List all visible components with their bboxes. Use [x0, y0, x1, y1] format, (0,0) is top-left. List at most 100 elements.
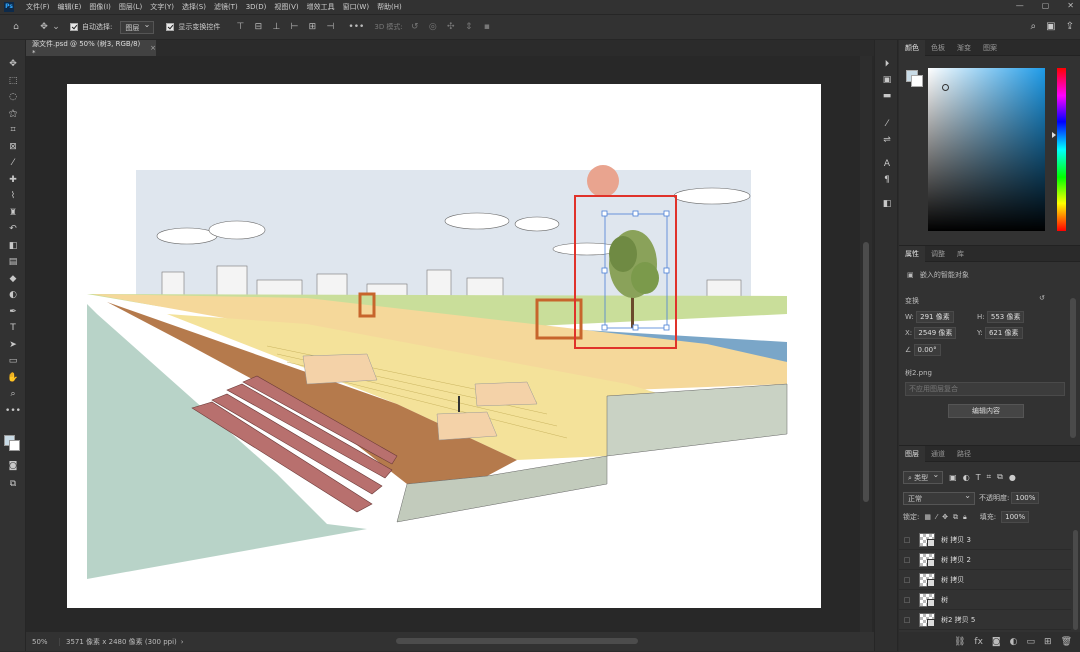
history-brush-tool-icon[interactable]: ↶ [0, 221, 26, 238]
blend-mode-dropdown[interactable]: 正常 [903, 491, 975, 505]
layer-row[interactable]: □ 树 拷贝 2 [899, 550, 1071, 570]
tab-channels[interactable]: 通道 [925, 446, 951, 462]
menu-plugins[interactable]: 增效工具 [303, 2, 339, 12]
lock-position-icon[interactable]: ✥ [942, 513, 948, 521]
align-right-icon[interactable]: ⊣ [324, 21, 336, 33]
close-tab-icon[interactable]: × [150, 44, 156, 52]
comments-panel-icon[interactable]: ▬ [875, 88, 899, 104]
screen-mode-icon[interactable]: ⧉ [0, 476, 26, 493]
align-left-icon[interactable]: ⊢ [288, 21, 300, 33]
tab-paths[interactable]: 路径 [951, 446, 977, 462]
lock-all-icon[interactable]: 🔒︎ [963, 513, 967, 522]
tab-color[interactable]: 颜色 [899, 39, 925, 56]
menu-3d[interactable]: 3D(D) [242, 3, 271, 11]
pan-3d-icon[interactable]: ✣ [445, 21, 457, 33]
menu-image[interactable]: 图像(I) [85, 2, 115, 12]
layers-scrollbar[interactable] [1073, 530, 1078, 630]
clone-stamp-tool-icon[interactable]: ♜ [0, 205, 26, 222]
auto-select-checkbox[interactable] [70, 23, 78, 31]
crop-tool-icon[interactable]: ⌗ [0, 122, 26, 139]
properties-scrollbar[interactable] [1070, 298, 1076, 438]
filter-adjustment-icon[interactable]: ◐ [963, 473, 970, 482]
edit-contents-button[interactable]: 编辑内容 [948, 404, 1024, 418]
tab-layers[interactable]: 图层 [899, 445, 925, 462]
layer-row[interactable]: □ 树 拷贝 3 [899, 530, 1071, 550]
show-transform-option[interactable]: 显示变换控件 [166, 22, 220, 32]
fx-icon[interactable]: fx [974, 637, 983, 647]
layer-row[interactable]: □ 树2 拷贝 5 [899, 610, 1071, 630]
frame-tool-icon[interactable]: ⊠ [0, 139, 26, 156]
align-hcenter-icon[interactable]: ⊞ [306, 21, 318, 33]
auto-select-dropdown[interactable]: 图层 [120, 20, 155, 34]
pen-tool-icon[interactable]: ✒ [0, 304, 26, 321]
align-top-icon[interactable]: ⊤ [234, 21, 246, 33]
vertical-scrollbar[interactable] [860, 56, 872, 632]
menu-file[interactable]: 文件(F) [22, 2, 54, 12]
move-tool-icon[interactable]: ✥ [38, 21, 50, 33]
color-picker-marker[interactable] [942, 84, 949, 91]
layer-filter-dropdown[interactable]: ⌕ 类型 [903, 470, 944, 484]
width-field[interactable]: 291 像素 [916, 311, 954, 323]
height-field[interactable]: 553 像素 [986, 311, 1025, 323]
filter-pixel-icon[interactable]: ▣ [949, 473, 957, 482]
opacity-field[interactable]: 100% [1011, 492, 1040, 504]
gradient-tool-icon[interactable]: ▤ [0, 254, 26, 271]
workspace-icon[interactable]: ▣ [1046, 21, 1055, 32]
hue-slider[interactable] [1057, 68, 1066, 231]
lock-artboard-icon[interactable]: ⧉ [953, 513, 958, 522]
scale-3d-icon[interactable]: ▪ [481, 21, 493, 33]
eyedropper-tool-icon[interactable]: ⁄ [0, 155, 26, 172]
menu-edit[interactable]: 编辑(E) [54, 2, 86, 12]
menu-window[interactable]: 窗口(W) [339, 2, 373, 12]
horizontal-scroll-thumb[interactable] [396, 638, 638, 644]
zoom-level[interactable]: 50% [26, 637, 60, 646]
character-panel-icon[interactable]: A [875, 156, 899, 172]
mask-icon[interactable]: ◙ [992, 637, 1001, 647]
tab-adjustments[interactable]: 调整 [925, 246, 951, 262]
saturation-value-picker[interactable] [928, 68, 1045, 231]
hand-tool-icon[interactable]: ✋ [0, 370, 26, 387]
blur-tool-icon[interactable]: ◆ [0, 271, 26, 288]
visibility-toggle[interactable]: □ [899, 576, 915, 584]
reset-transform-icon[interactable]: ↺ [1039, 294, 1045, 302]
actions-panel-icon[interactable]: ▣ [875, 72, 899, 88]
brush-settings-icon[interactable]: ⁄ [875, 116, 899, 132]
menu-filter[interactable]: 滤镜(T) [210, 2, 242, 12]
tab-gradients[interactable]: 渐变 [951, 40, 977, 56]
search-icon[interactable]: ⌕ [1031, 21, 1037, 32]
vertical-scroll-thumb[interactable] [863, 242, 869, 502]
history-panel-icon[interactable]: ⏵ [875, 56, 899, 72]
document-canvas[interactable] [67, 84, 821, 608]
path-selection-tool-icon[interactable]: ➤ [0, 337, 26, 354]
menu-layer[interactable]: 图层(L) [115, 2, 146, 12]
roll-3d-icon[interactable]: ◎ [427, 21, 439, 33]
menu-type[interactable]: 文字(Y) [146, 2, 178, 12]
slide-3d-icon[interactable]: ⇕ [463, 21, 475, 33]
adjustments-icon[interactable]: ⇌ [875, 132, 899, 148]
tab-swatches[interactable]: 色板 [925, 40, 951, 56]
layer-row[interactable]: □ 树 [899, 590, 1071, 610]
background-color-swatch[interactable] [9, 440, 20, 451]
menu-help[interactable]: 帮助(H) [373, 2, 406, 12]
magic-wand-tool-icon[interactable]: ⚝ [0, 106, 26, 123]
tab-properties[interactable]: 属性 [899, 245, 925, 262]
orbit-3d-icon[interactable]: ↺ [409, 21, 421, 33]
layer-row[interactable]: □ 树 拷贝 [899, 570, 1071, 590]
group-icon[interactable]: ▭ [1027, 637, 1036, 647]
color-background-swatch[interactable] [911, 75, 923, 87]
edit-toolbar-icon[interactable]: ••• [0, 403, 26, 420]
canvas-area[interactable] [26, 56, 874, 632]
layer-comp-dropdown[interactable]: 不应用图层复合 [905, 382, 1065, 396]
filter-smart-object-icon[interactable]: ⧉ [997, 472, 1003, 482]
status-arrow-icon[interactable]: › [181, 638, 184, 646]
visibility-toggle[interactable]: □ [899, 616, 915, 624]
lasso-tool-icon[interactable]: ◌ [0, 89, 26, 106]
minimize-icon[interactable]: — [1016, 1, 1024, 10]
trash-icon[interactable]: 🗑︎ [1061, 637, 1072, 647]
show-transform-checkbox[interactable] [166, 23, 175, 31]
tab-libraries[interactable]: 库 [951, 246, 970, 262]
share-icon[interactable]: ⇪ [1066, 21, 1074, 32]
lock-pixels-icon[interactable]: ▦ [924, 513, 931, 521]
adjustment-icon[interactable]: ◐ [1010, 637, 1018, 647]
close-icon[interactable]: ✕ [1067, 1, 1074, 10]
